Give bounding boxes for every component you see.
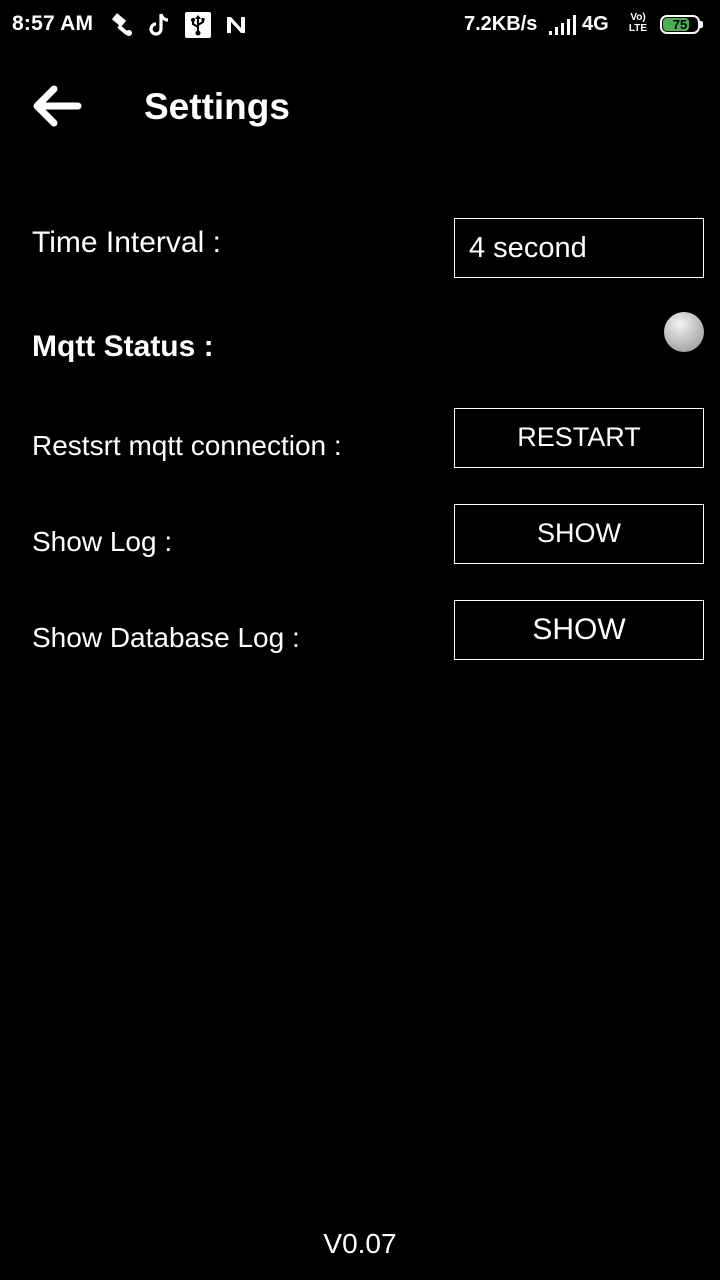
back-button[interactable] — [24, 80, 88, 136]
battery-level: 75 — [672, 17, 688, 32]
time-interval-input[interactable] — [454, 218, 704, 278]
hammer-icon — [108, 11, 136, 39]
status-bar: 8:57 AM 7.2KB/s 4G Vo) LTE 75 — [0, 0, 720, 52]
volte-top-label: Vo) — [630, 12, 646, 23]
restart-button[interactable]: RESTART — [454, 408, 704, 468]
tiktok-icon — [146, 11, 174, 39]
battery-icon: 75 — [660, 15, 704, 34]
mqtt-status-label: Mqtt Status : — [32, 330, 214, 363]
n-icon — [222, 11, 250, 39]
status-time: 8:57 AM — [12, 12, 94, 35]
restart-mqtt-label: Restsrt mqtt connection : — [32, 430, 342, 461]
show-db-log-button[interactable]: SHOW — [454, 600, 704, 660]
page-title: Settings — [144, 86, 290, 127]
network-type: 4G — [582, 13, 609, 35]
notification-icons — [108, 10, 250, 40]
usb-icon — [184, 11, 212, 39]
mqtt-status-indicator — [664, 312, 704, 352]
arrow-left-icon — [30, 84, 82, 133]
network-speed: 7.2KB/s — [464, 13, 538, 35]
show-db-log-label: Show Database Log : — [32, 622, 300, 653]
show-log-label: Show Log : — [32, 526, 173, 557]
volte-indicator: Vo) LTE — [624, 12, 652, 38]
show-log-button[interactable]: SHOW — [454, 504, 704, 564]
volte-bottom-label: LTE — [628, 23, 648, 34]
signal-icon — [548, 14, 578, 36]
time-interval-label: Time Interval : — [32, 226, 221, 259]
app-bar: Settings — [0, 60, 720, 156]
app-version: V0.07 — [323, 1228, 397, 1259]
